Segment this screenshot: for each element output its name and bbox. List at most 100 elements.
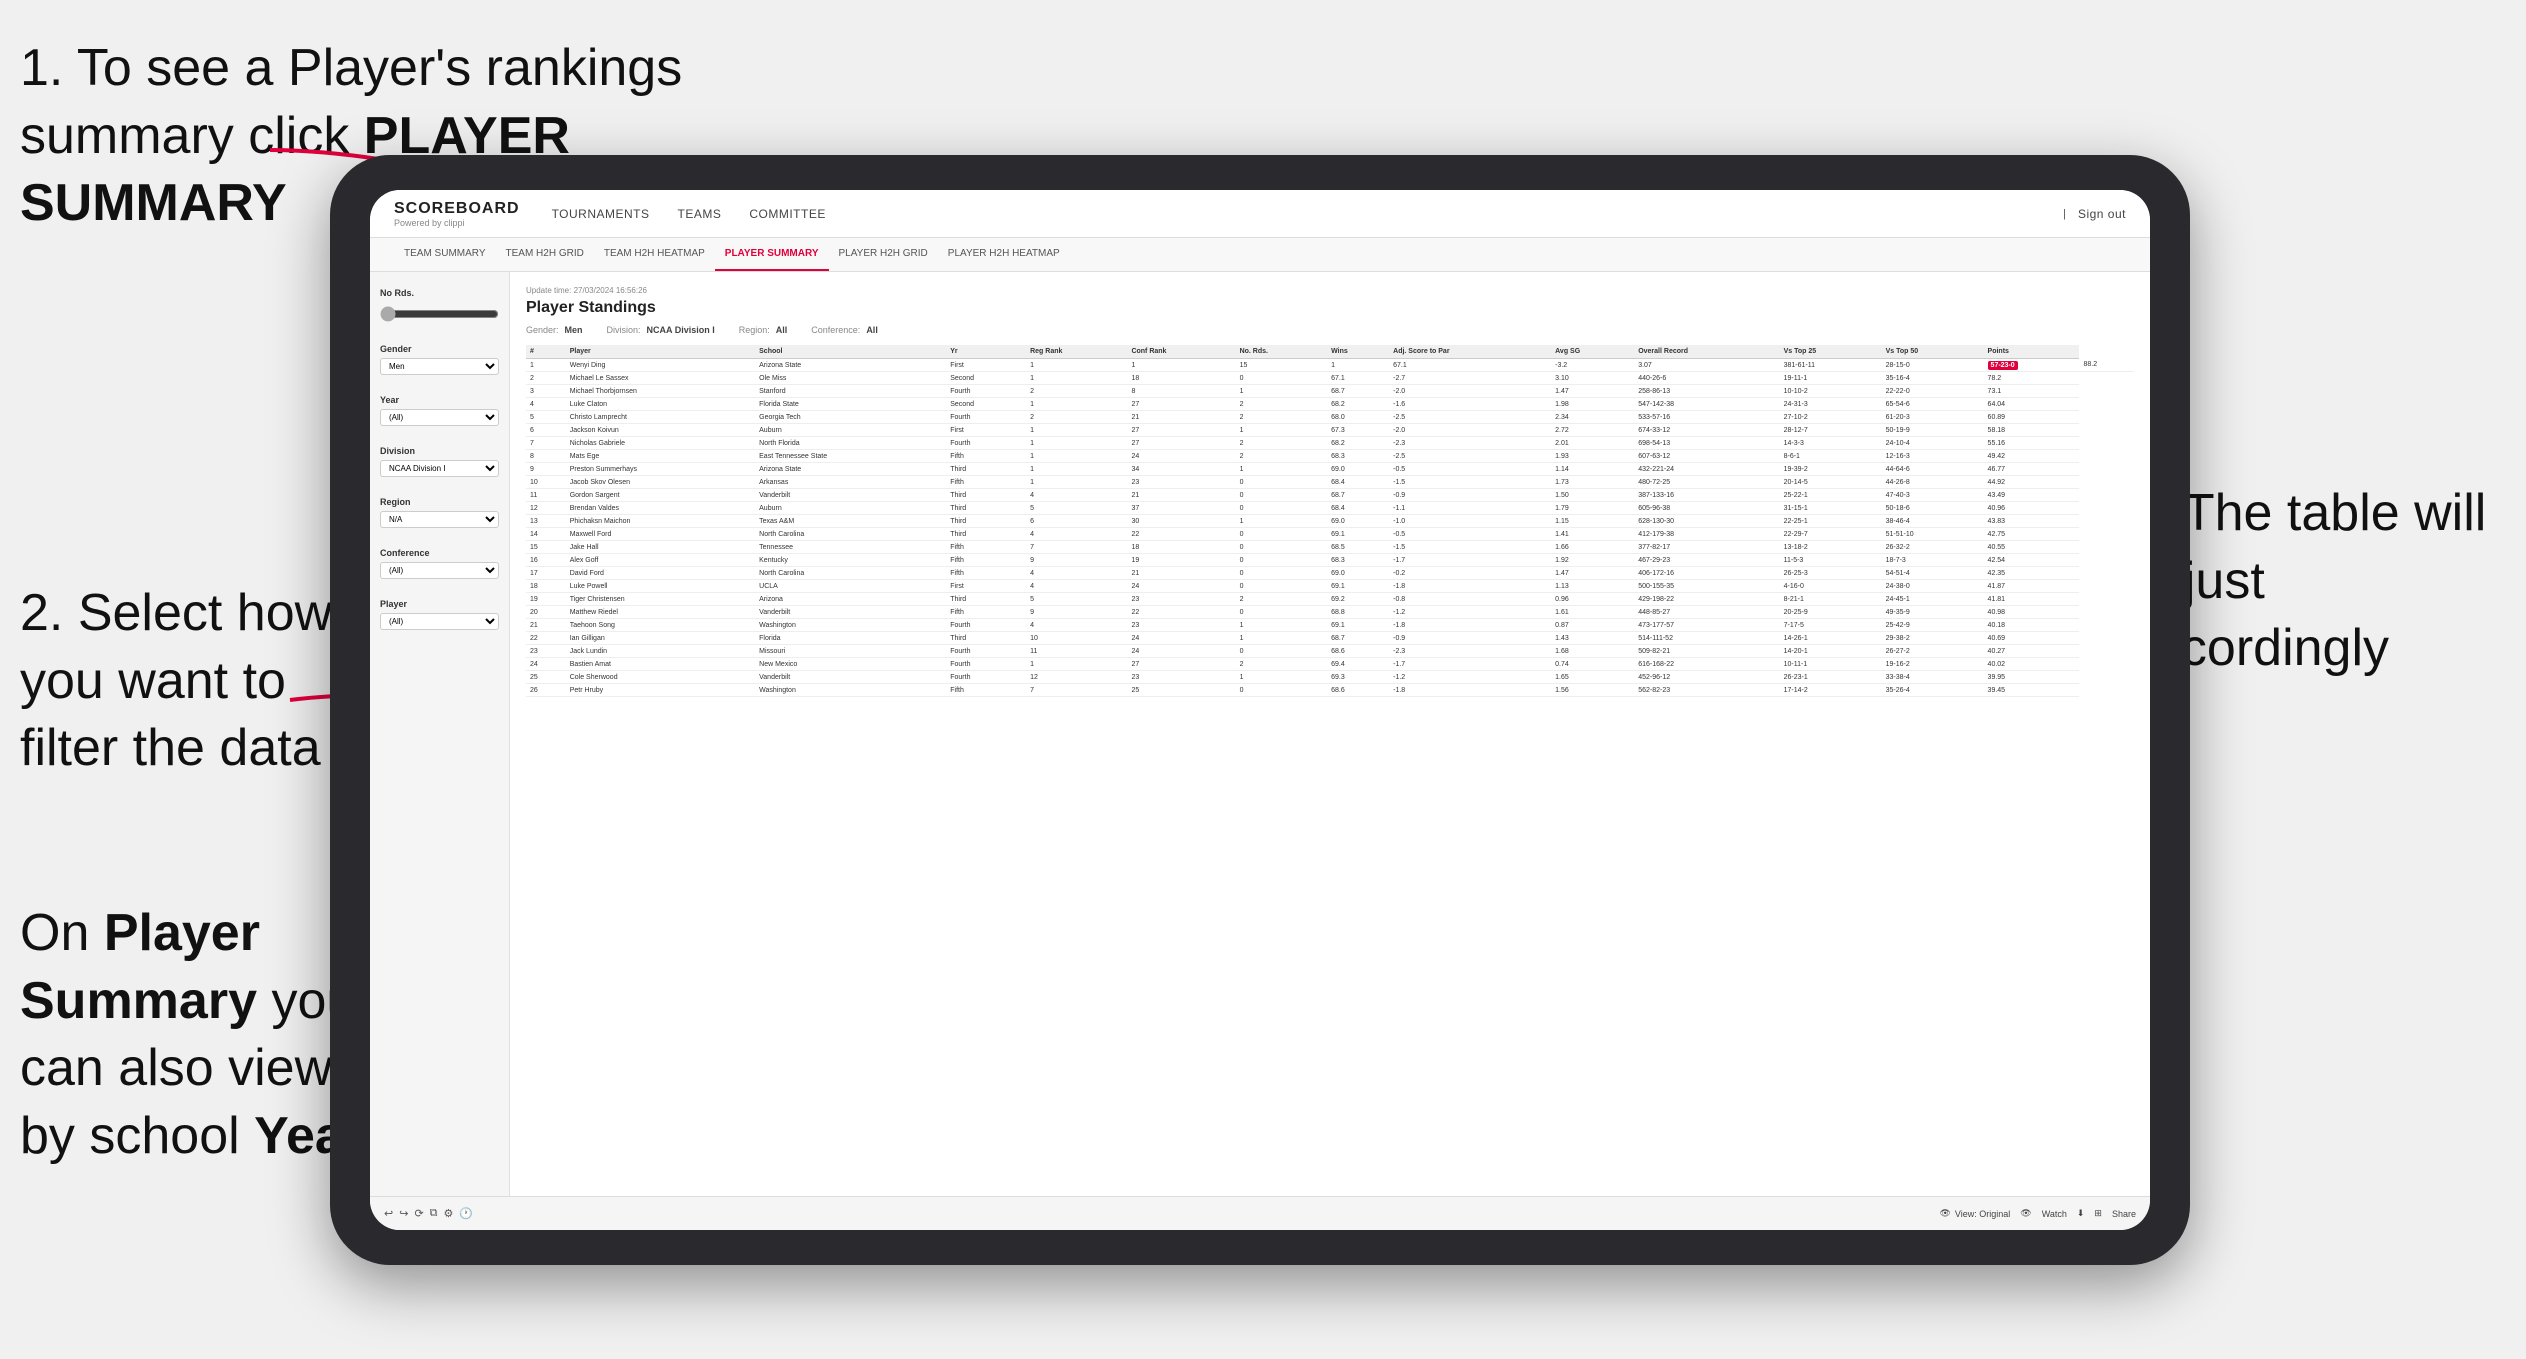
instruction-step2: 2. Select how you want to filter the dat… [20, 580, 360, 783]
sub-nav: TEAM SUMMARY TEAM H2H GRID TEAM H2H HEAT… [370, 238, 2150, 272]
undo-icon[interactable]: ↩ [384, 1207, 393, 1220]
subnav-player-h2h-grid[interactable]: PLAYER H2H GRID [829, 238, 938, 271]
table-body: 1Wenyi DingArizona StateFirst1115167.1-3… [526, 359, 2134, 697]
year-label: Year [380, 395, 499, 405]
bottom-toolbar: ↩ ↪ ⟳ ⧉ ⚙ 🕐 👁 View: Original 👁 Watch ⬇ ⊞… [370, 1196, 2150, 1230]
powered-text: Powered by clippi [394, 218, 520, 228]
table-row: 11Gordon SargentVanderbiltThird421068.7-… [526, 489, 2134, 502]
table-row: 2Michael Le SassexOle MissSecond118067.1… [526, 372, 2134, 385]
toolbar-view: 👁 View: Original [1939, 1208, 2010, 1219]
table-row: 18Luke PowellUCLAFirst424069.1-1.81.1350… [526, 580, 2134, 593]
col-wins: Wins [1327, 345, 1389, 359]
col-top25: Vs Top 25 [1780, 345, 1882, 359]
col-top50: Vs Top 50 [1882, 345, 1984, 359]
share-btn[interactable]: Share [2112, 1209, 2136, 1219]
table-row: 19Tiger ChristensenArizonaThird523269.2-… [526, 593, 2134, 606]
redo-icon[interactable]: ↪ [399, 1207, 408, 1220]
table-title: Player Standings [526, 299, 2134, 317]
standings-table: # Player School Yr Reg Rank Conf Rank No… [526, 345, 2134, 697]
table-row: 10Jacob Skov OlesenArkansasFifth123068.4… [526, 476, 2134, 489]
refresh-icon[interactable]: ⟳ [414, 1207, 423, 1220]
region-select[interactable]: N/A All [380, 511, 499, 528]
nav-teams[interactable]: TEAMS [678, 203, 722, 225]
no-rds-label: No Rds. [380, 288, 499, 298]
table-row: 7Nicholas GabrieleNorth FloridaFourth127… [526, 437, 2134, 450]
table-row: 5Christo LamprechtGeorgia TechFourth2212… [526, 411, 2134, 424]
subnav-team-h2h-grid[interactable]: TEAM H2H GRID [496, 238, 594, 271]
sidebar: No Rds. Gender Men Women Year (All) Firs… [370, 272, 510, 1230]
watch-icon: 👁 [2020, 1208, 2031, 1219]
clock-icon[interactable]: 🕐 [459, 1207, 473, 1220]
table-header: # Player School Yr Reg Rank Conf Rank No… [526, 345, 2134, 359]
subnav-team-h2h-heatmap[interactable]: TEAM H2H HEATMAP [594, 238, 715, 271]
table-row: 21Taehoon SongWashingtonFourth423169.1-1… [526, 619, 2134, 632]
logo-text: SCOREBOARD [394, 200, 520, 218]
col-adj-score: Adj. Score to Par [1389, 345, 1551, 359]
app-logo: SCOREBOARD Powered by clippi [394, 200, 520, 228]
table-row: 3Michael ThorbjornsenStanfordFourth28168… [526, 385, 2134, 398]
sign-out-separator: | [2063, 208, 2066, 220]
eye-icon: 👁 [1939, 1208, 1950, 1219]
sign-out-btn[interactable]: Sign out [2078, 203, 2126, 225]
toolbar-actions: 👁 Watch ⬇ ⊞ Share [2020, 1208, 2136, 1219]
step2b-on: On [20, 904, 104, 962]
player-select[interactable]: (All) [380, 613, 499, 630]
table-row: 4Luke ClatonFlorida StateSecond127268.2-… [526, 398, 2134, 411]
table-row: 23Jack LundinMissouriFourth1124068.6-2.3… [526, 645, 2134, 658]
col-player: Player [566, 345, 755, 359]
gender-select[interactable]: Men Women [380, 358, 499, 375]
subnav-player-h2h-heatmap[interactable]: PLAYER H2H HEATMAP [938, 238, 1070, 271]
watch-btn[interactable]: Watch [2042, 1209, 2067, 1219]
main-area: Update time: 27/03/2024 16:56:26 Player … [510, 272, 2150, 1230]
table-row: 20Matthew RiedelVanderbiltFifth922068.8-… [526, 606, 2134, 619]
filter-region: Region: All [739, 325, 788, 335]
subnav-player-summary[interactable]: PLAYER SUMMARY [715, 238, 829, 271]
no-rds-slider[interactable] [380, 306, 499, 322]
col-rank: # [526, 345, 566, 359]
table-row: 24Bastien AmatNew MexicoFourth127269.4-1… [526, 658, 2134, 671]
col-conf-rank: Conf Rank [1127, 345, 1235, 359]
player-label: Player [380, 599, 499, 609]
col-reg-rank: Reg Rank [1026, 345, 1127, 359]
col-points: Points [1984, 345, 2080, 359]
table-row: 12Brendan ValdesAuburnThird537068.4-1.11… [526, 502, 2134, 515]
table-row: 16Alex GoffKentuckyFifth919068.3-1.71.92… [526, 554, 2134, 567]
table-row: 8Mats EgeEast Tennessee StateFifth124268… [526, 450, 2134, 463]
table-row: 6Jackson KoivunAuburnFirst127167.3-2.02.… [526, 424, 2134, 437]
grid-icon[interactable]: ⊞ [2094, 1208, 2102, 1219]
filter-division: Division: NCAA Division I [607, 325, 715, 335]
sidebar-division: Division NCAA Division I [380, 446, 499, 487]
col-yr: Yr [946, 345, 1026, 359]
nav-committee[interactable]: COMMITTEE [749, 203, 826, 225]
nav-tournaments[interactable]: TOURNAMENTS [552, 203, 650, 225]
subnav-team-summary[interactable]: TEAM SUMMARY [394, 238, 496, 271]
col-school: School [755, 345, 946, 359]
step1-text: 1. To see a Player's rankings summary cl… [20, 39, 682, 165]
col-no-rds: No. Rds. [1236, 345, 1328, 359]
conference-select[interactable]: (All) [380, 562, 499, 579]
table-row: 13Phichaksn MaichonTexas A&MThird630169.… [526, 515, 2134, 528]
table-row: 25Cole SherwoodVanderbiltFourth1223169.3… [526, 671, 2134, 684]
content-area: No Rds. Gender Men Women Year (All) Firs… [370, 272, 2150, 1230]
main-nav: TOURNAMENTS TEAMS COMMITTEE [552, 203, 2064, 225]
table-row: 9Preston SummerhaysArizona StateThird134… [526, 463, 2134, 476]
col-overall: Overall Record [1634, 345, 1779, 359]
view-label[interactable]: View: Original [1955, 1209, 2010, 1219]
sidebar-conference: Conference (All) [380, 548, 499, 589]
export-icon[interactable]: ⬇ [2077, 1208, 2085, 1219]
copy-icon[interactable]: ⧉ [430, 1207, 438, 1220]
step2-text: 2. Select how you want to filter the dat… [20, 584, 332, 777]
division-select[interactable]: NCAA Division I [380, 460, 499, 477]
filter-gender: Gender: Men [526, 325, 583, 335]
table-row: 14Maxwell FordNorth CarolinaThird422069.… [526, 528, 2134, 541]
table-row: 17David FordNorth CarolinaFifth421069.0-… [526, 567, 2134, 580]
filter-conference: Conference: All [811, 325, 878, 335]
table-row: 15Jake HallTennesseeFifth718068.5-1.51.6… [526, 541, 2134, 554]
year-select[interactable]: (All) First Second Third Fourth Fifth [380, 409, 499, 426]
sidebar-region: Region N/A All [380, 497, 499, 538]
app-nav: SCOREBOARD Powered by clippi TOURNAMENTS… [370, 190, 2150, 238]
settings-icon[interactable]: ⚙ [444, 1207, 454, 1220]
tablet-screen: SCOREBOARD Powered by clippi TOURNAMENTS… [370, 190, 2150, 1230]
nav-right: | Sign out [2063, 203, 2126, 225]
sidebar-player: Player (All) [380, 599, 499, 640]
